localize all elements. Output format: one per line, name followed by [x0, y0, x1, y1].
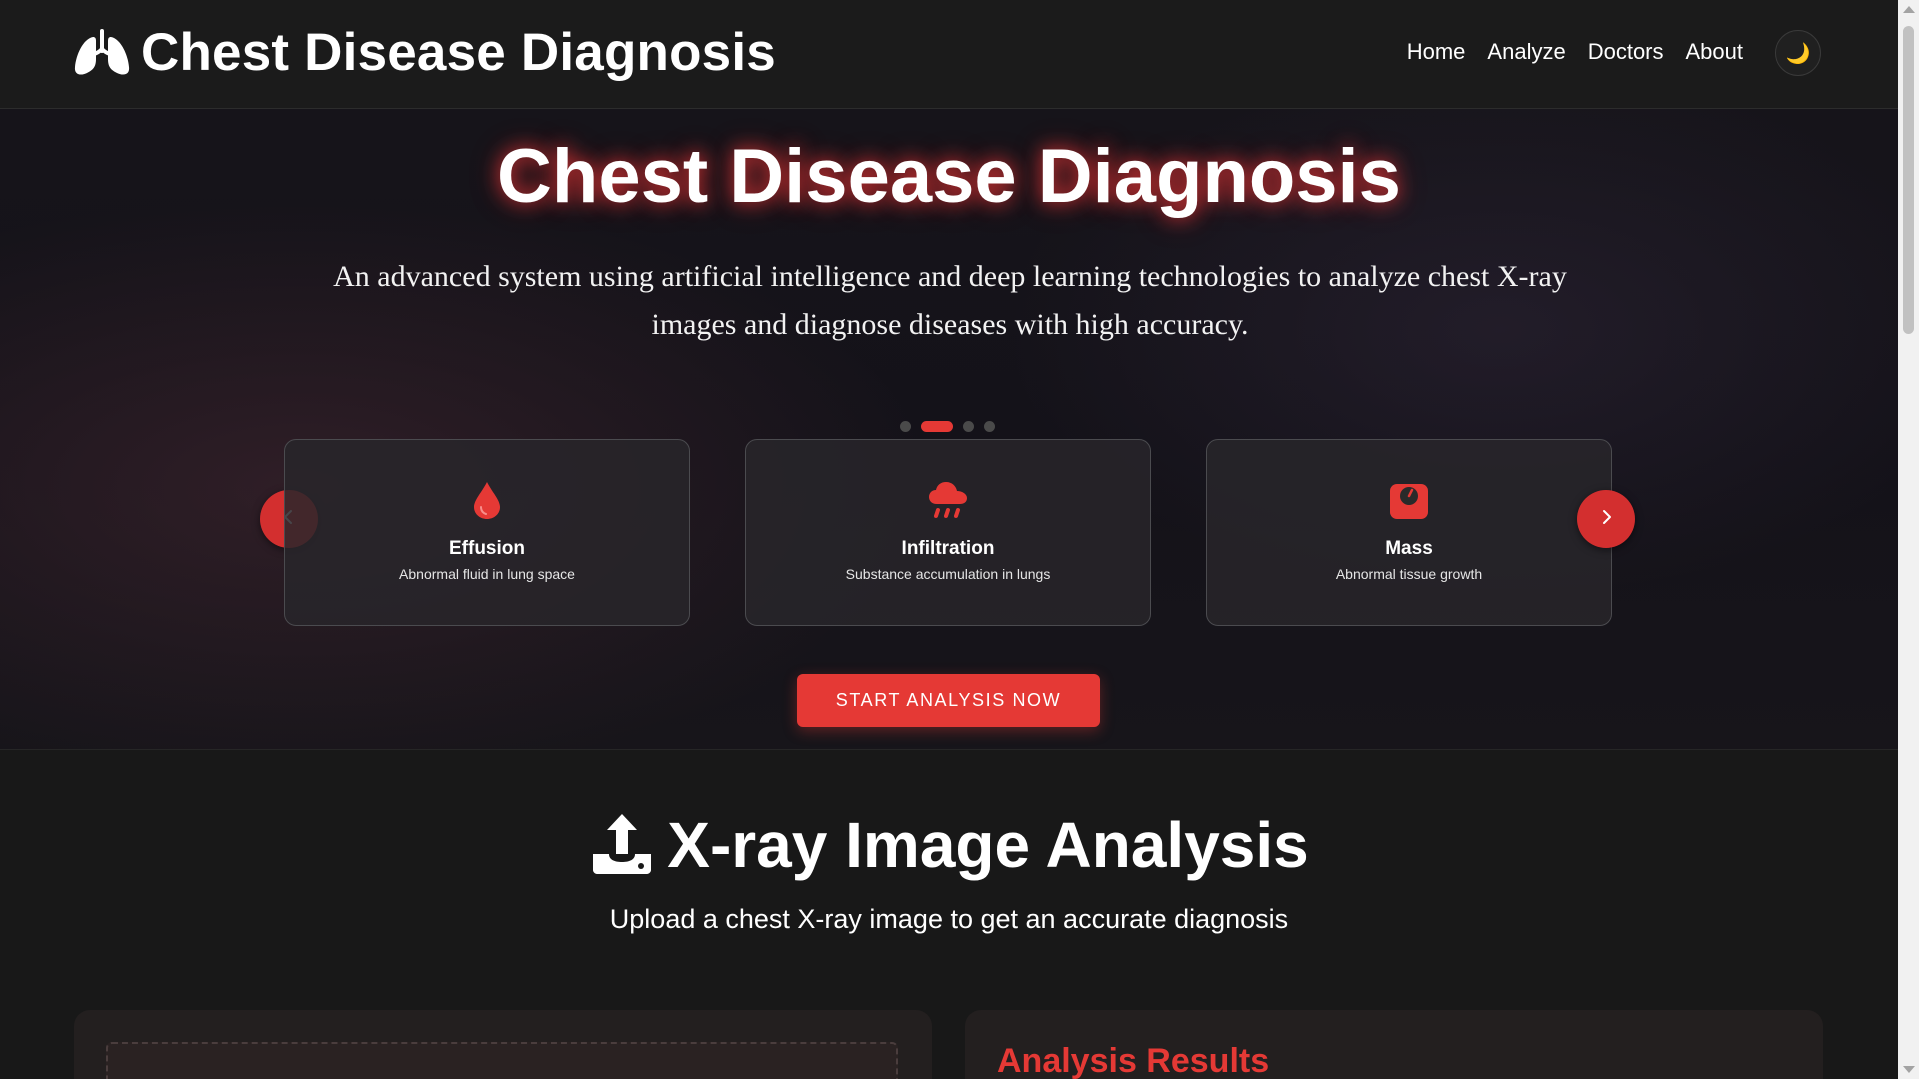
analysis-title: X-ray Image Analysis	[667, 809, 1309, 881]
card-title: Infiltration	[901, 538, 995, 559]
nav-link-home[interactable]: Home	[1407, 39, 1466, 65]
carousel-dots	[900, 421, 995, 432]
scroll-down-arrow-icon[interactable]	[1903, 1066, 1915, 1073]
brand[interactable]: Chest Disease Diagnosis	[73, 22, 776, 83]
disease-card-effusion[interactable]: Effusion Abnormal fluid in lung space	[284, 439, 690, 626]
nav-link-analyze[interactable]: Analyze	[1487, 39, 1565, 65]
chevron-right-icon	[1597, 508, 1615, 531]
weight-scale-icon	[1207, 480, 1611, 520]
carousel-dot[interactable]	[900, 421, 911, 432]
start-analysis-button[interactable]: START ANALYSIS NOW	[797, 674, 1100, 727]
brand-title: Chest Disease Diagnosis	[141, 23, 776, 82]
results-title: Analysis Results	[997, 1042, 1270, 1079]
page: Chest Disease Diagnosis Home Analyze Doc…	[0, 0, 1919, 1079]
card-subtitle: Abnormal fluid in lung space	[399, 566, 575, 582]
upload-dropzone[interactable]	[106, 1042, 898, 1079]
card-title: Effusion	[449, 538, 525, 559]
nav-link-doctors[interactable]: Doctors	[1588, 39, 1664, 65]
nav-links: Home Analyze Doctors About	[1407, 39, 1743, 65]
theme-toggle-button[interactable]: 🌙	[1775, 30, 1821, 76]
card-subtitle: Substance accumulation in lungs	[845, 566, 1051, 582]
upload-panel	[74, 1010, 932, 1079]
moon-icon: 🌙	[1785, 42, 1811, 65]
hero-section: Chest Disease Diagnosis An advanced syst…	[0, 109, 1898, 750]
disease-card-mass[interactable]: Mass Abnormal tissue growth	[1206, 439, 1612, 626]
cloud-rain-icon	[746, 480, 1150, 522]
carousel-dot-active[interactable]	[921, 421, 953, 432]
page-scrollbar[interactable]	[1898, 0, 1919, 1079]
lungs-icon	[73, 28, 131, 77]
carousel-dot[interactable]	[963, 421, 974, 432]
hero-title: Chest Disease Diagnosis	[497, 134, 1401, 219]
nav-link-about[interactable]: About	[1686, 39, 1744, 65]
card-subtitle: Abnormal tissue growth	[1335, 566, 1483, 582]
analysis-header: X-ray Image Analysis	[0, 808, 1898, 882]
upload-icon	[589, 810, 655, 881]
scroll-up-arrow-icon[interactable]	[1903, 6, 1915, 13]
carousel-next-button[interactable]	[1577, 490, 1635, 548]
analysis-subtitle: Upload a chest X-ray image to get an acc…	[609, 904, 1289, 934]
results-panel: Analysis Results	[965, 1010, 1823, 1079]
disease-card-infiltration[interactable]: Infiltration Substance accumulation in l…	[745, 439, 1151, 626]
droplet-icon	[285, 480, 689, 520]
card-title: Mass	[1385, 538, 1433, 559]
navbar: Chest Disease Diagnosis Home Analyze Doc…	[0, 0, 1898, 109]
scroll-thumb[interactable]	[1903, 26, 1914, 334]
carousel-dot[interactable]	[984, 421, 995, 432]
hero-description: An advanced system using artificial inte…	[333, 260, 1567, 341]
